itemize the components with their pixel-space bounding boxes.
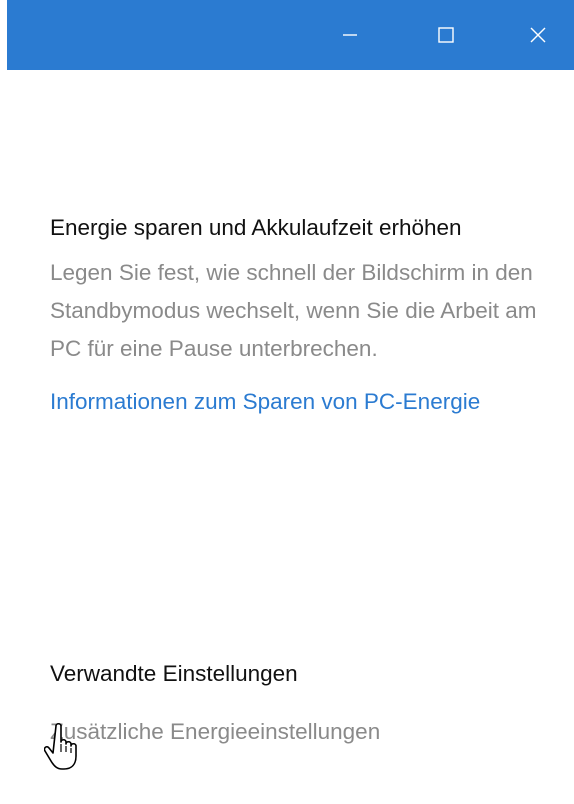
close-icon [529, 26, 547, 44]
close-button[interactable] [495, 0, 574, 70]
maximize-button[interactable] [403, 0, 489, 70]
related-settings-heading: Verwandte Einstellungen [50, 661, 298, 686]
additional-power-settings-link[interactable]: Zusätzliche Energieeinstellungen [50, 714, 380, 750]
section-heading: Energie sparen und Akkulaufzeit erhöhen [50, 215, 462, 240]
section-description: Legen Sie fest, wie schnell der Bildschi… [50, 260, 537, 361]
minimize-icon [342, 27, 358, 43]
minimize-button[interactable] [307, 0, 393, 70]
title-bar[interactable] [7, 0, 574, 70]
maximize-icon [437, 26, 455, 44]
power-saving-info-link[interactable]: Informationen zum Sparen von PC-Energie [50, 383, 530, 421]
power-info-section: Energie sparen und Akkulaufzeit erhöhen … [50, 210, 550, 421]
settings-window: Energie sparen und Akkulaufzeit erhöhen … [0, 0, 574, 804]
